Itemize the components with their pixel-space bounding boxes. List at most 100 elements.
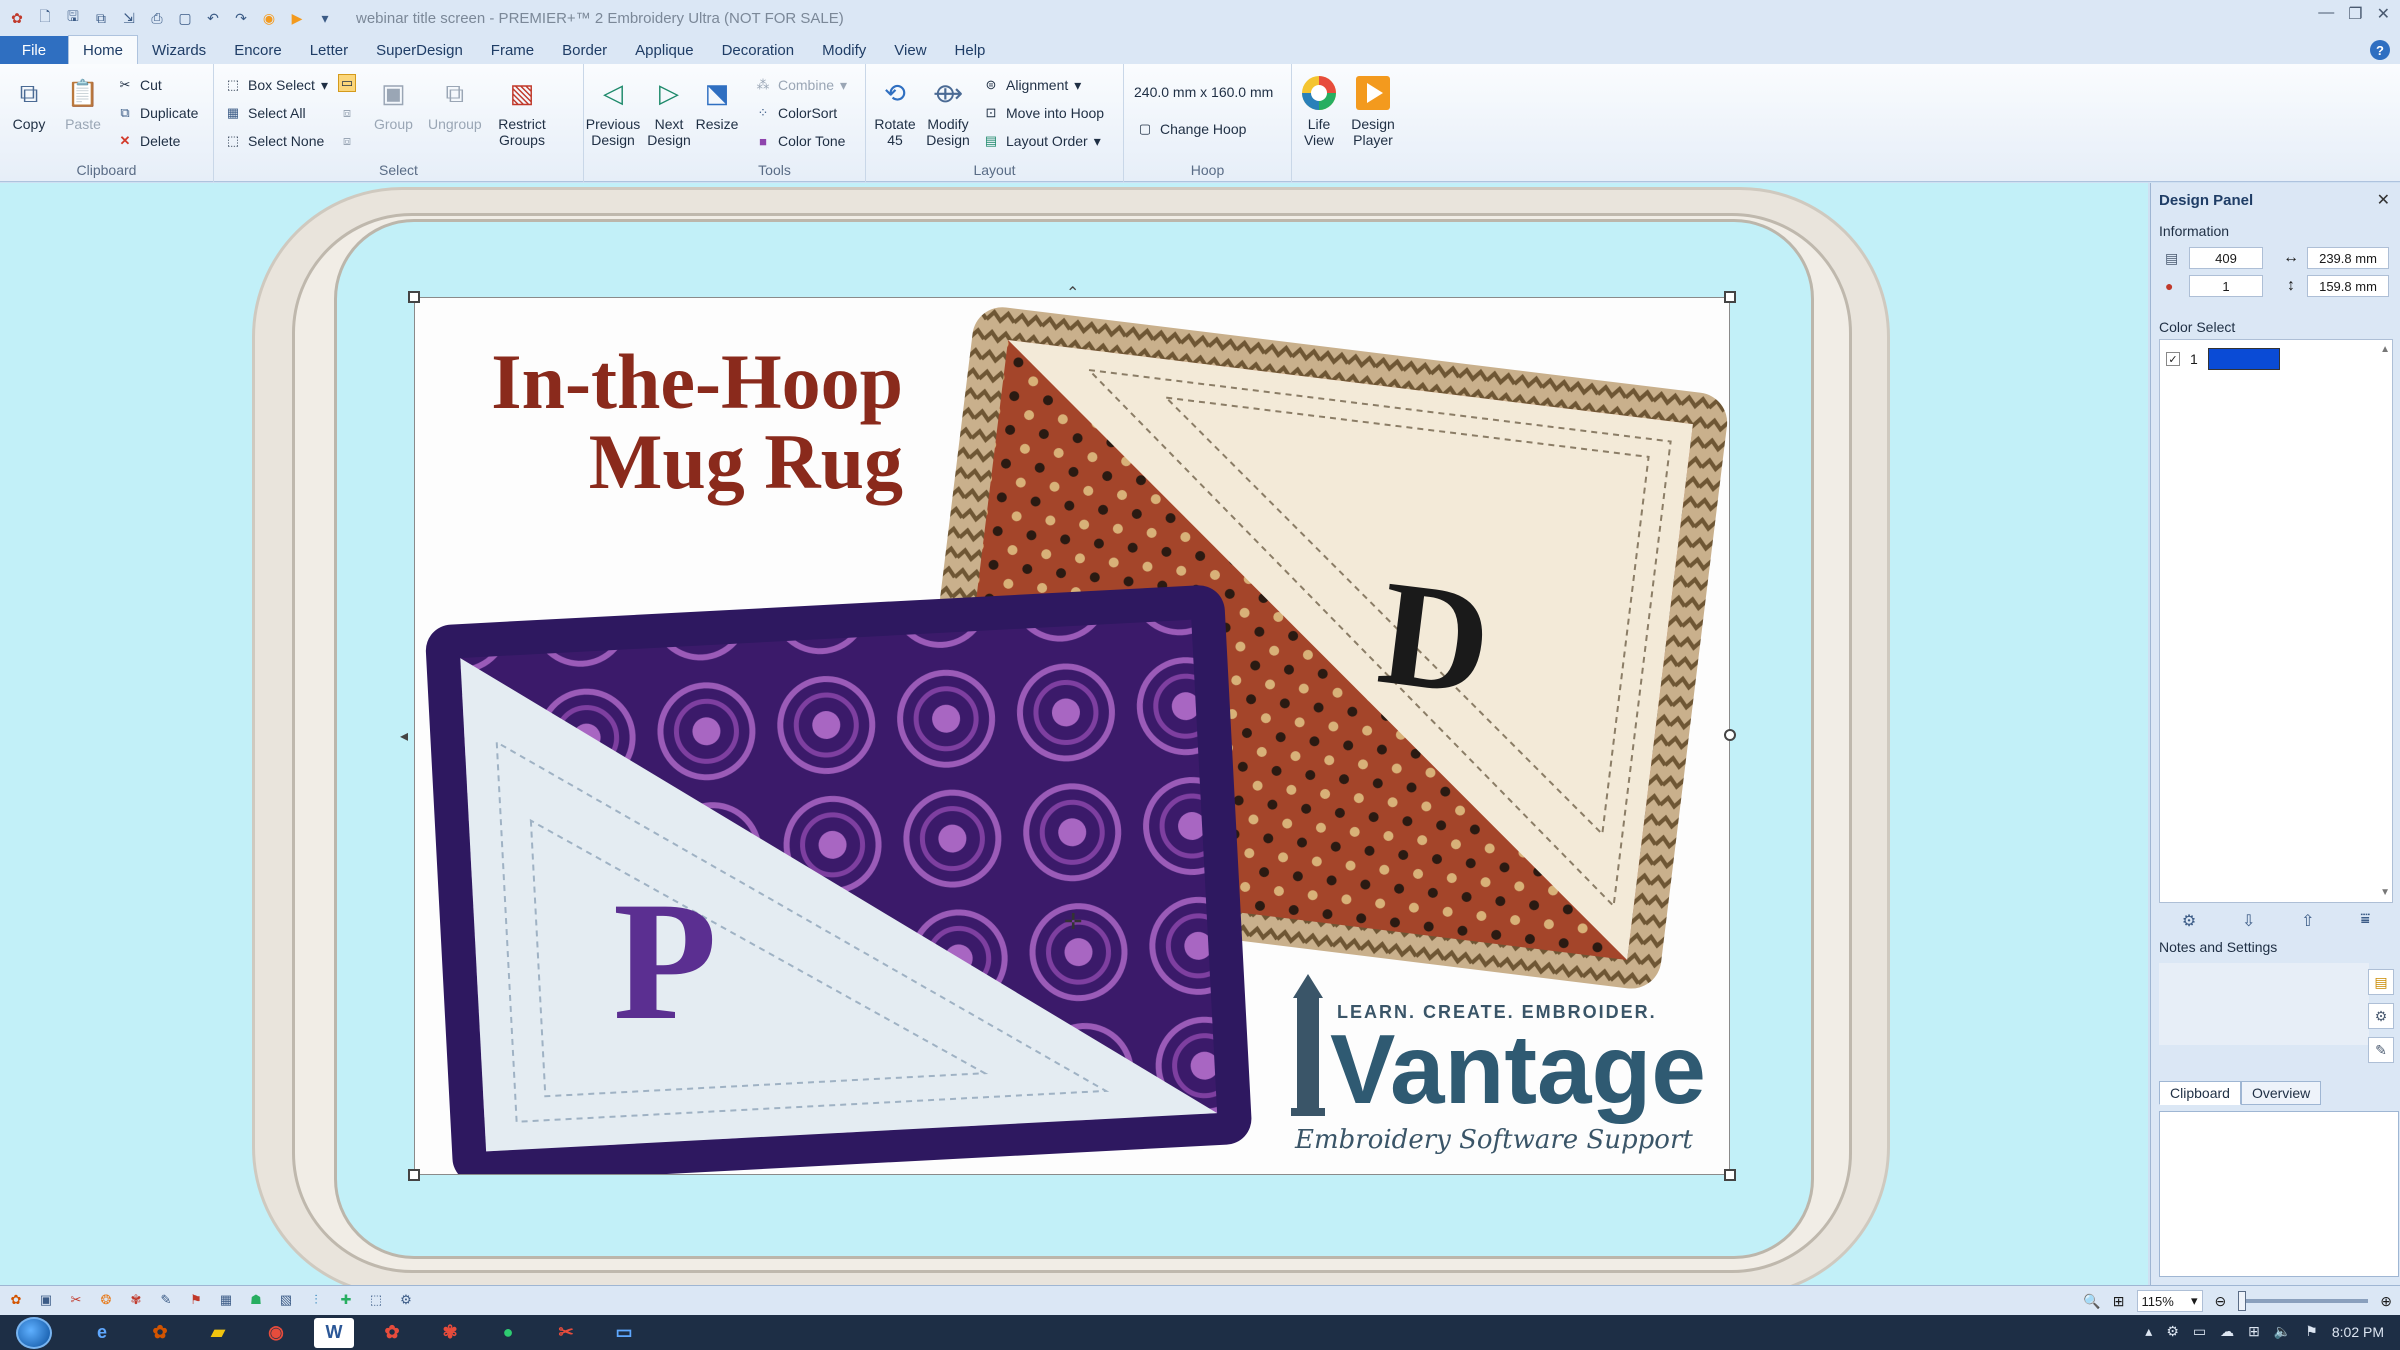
scroll-down-icon[interactable]: ▼ bbox=[2380, 887, 2390, 898]
selection-handle-top-right[interactable] bbox=[1724, 291, 1736, 303]
module-icon[interactable]: ☗ bbox=[246, 1290, 266, 1310]
resize-button[interactable]: ⬔ Resize bbox=[688, 74, 746, 132]
chat-icon[interactable]: ▭ bbox=[604, 1318, 644, 1348]
select-option-2[interactable]: ⧈ bbox=[338, 104, 356, 122]
new-file-icon[interactable]: 🗋 bbox=[34, 7, 56, 29]
app-icon[interactable]: ✿ bbox=[140, 1318, 180, 1348]
module-icon[interactable]: ▧ bbox=[276, 1290, 296, 1310]
folder-icon[interactable]: ▰ bbox=[198, 1318, 238, 1348]
selection-handle-bottom-left[interactable] bbox=[408, 1169, 420, 1181]
app-icon[interactable]: ✾ bbox=[430, 1318, 470, 1348]
zoom-slider[interactable] bbox=[2238, 1291, 2369, 1311]
tab-home[interactable]: Home bbox=[68, 35, 139, 64]
module-icon[interactable]: ⫶ bbox=[306, 1290, 326, 1310]
tab-wizards[interactable]: Wizards bbox=[138, 36, 220, 64]
tab-file[interactable]: File bbox=[0, 36, 68, 64]
design-workspace[interactable]: D P In-the-Hoop Mug Rug LEARN. CREATE. E… bbox=[0, 183, 2148, 1285]
tray-icon[interactable]: ☁ bbox=[2220, 1323, 2234, 1340]
color-options-icon[interactable]: ⚙ bbox=[2182, 911, 2196, 931]
add-icon[interactable]: ✚ bbox=[336, 1290, 356, 1310]
cut-button[interactable]: ✂ Cut bbox=[116, 76, 162, 94]
box-select-button[interactable]: ⬚ Box Select ▾ bbox=[224, 76, 328, 94]
fit-to-hoop-icon[interactable]: ⊞ bbox=[2113, 1293, 2125, 1310]
tray-expand-icon[interactable]: ▴ bbox=[2145, 1323, 2152, 1340]
color-select-list[interactable]: ✓ 1 ▲ ▼ bbox=[2159, 339, 2393, 903]
browser-icon[interactable]: e bbox=[82, 1318, 122, 1348]
chrome-icon[interactable]: ◉ bbox=[256, 1318, 296, 1348]
app-menu-icon[interactable]: ✿ bbox=[6, 7, 28, 29]
tab-view[interactable]: View bbox=[880, 36, 940, 64]
close-icon[interactable]: ✕ bbox=[2377, 4, 2390, 24]
tab-superdesign[interactable]: SuperDesign bbox=[362, 36, 477, 64]
change-hoop-button[interactable]: ▢ Change Hoop bbox=[1136, 120, 1247, 138]
app-icon[interactable]: ● bbox=[488, 1318, 528, 1348]
module-icon[interactable]: ❂ bbox=[96, 1290, 116, 1310]
select-none-button[interactable]: ⬚ Select None bbox=[224, 132, 324, 150]
save-icon[interactable]: 🖫 bbox=[62, 7, 84, 29]
flag-icon[interactable]: ⚑ bbox=[2305, 1323, 2318, 1340]
tab-encore[interactable]: Encore bbox=[220, 36, 296, 64]
design-player-button[interactable]: Design Player bbox=[1346, 74, 1400, 148]
pencil-icon[interactable]: ✎ bbox=[2368, 1037, 2394, 1063]
undo-icon[interactable]: ↶ bbox=[202, 7, 224, 29]
tab-clipboard[interactable]: Clipboard bbox=[2159, 1081, 2241, 1105]
start-button[interactable] bbox=[16, 1316, 52, 1349]
left-handle-icon[interactable]: ◂ bbox=[400, 726, 408, 746]
minimize-icon[interactable]: — bbox=[2318, 4, 2334, 24]
panel-close-icon[interactable]: ✕ bbox=[2377, 190, 2390, 210]
save-as-icon[interactable]: ⧉ bbox=[90, 7, 112, 29]
word-icon[interactable]: W bbox=[314, 1317, 354, 1348]
zoom-out-icon[interactable]: ⊖ bbox=[2215, 1293, 2227, 1310]
module-icon[interactable]: ✂ bbox=[66, 1290, 86, 1310]
module-icon[interactable]: ⚑ bbox=[186, 1290, 206, 1310]
tab-applique[interactable]: Applique bbox=[621, 36, 707, 64]
tab-border[interactable]: Border bbox=[548, 36, 621, 64]
app-icon[interactable]: ✂ bbox=[546, 1318, 586, 1348]
selection-handle-top-left[interactable] bbox=[408, 291, 420, 303]
module-icon[interactable]: ⬚ bbox=[366, 1290, 386, 1310]
color-filter-icon[interactable]: ⩸ bbox=[2360, 911, 2370, 931]
previous-design-button[interactable]: ◁ Previous Design bbox=[586, 74, 640, 148]
app-module-icon[interactable]: ✿ bbox=[6, 1290, 26, 1310]
move-into-hoop-button[interactable]: ⊡ Move into Hoop bbox=[982, 104, 1105, 122]
zoom-in-icon[interactable]: ⊕ bbox=[2380, 1293, 2392, 1310]
selection-handle-bottom-right[interactable] bbox=[1724, 1169, 1736, 1181]
restrict-groups-button[interactable]: ▧ Restrict Groups bbox=[492, 74, 552, 148]
alignment-button[interactable]: ⊜ Alignment ▾ bbox=[982, 76, 1082, 94]
module-icon[interactable]: ✾ bbox=[126, 1290, 146, 1310]
tray-icon[interactable]: ⚙ bbox=[2166, 1323, 2179, 1340]
export-icon[interactable]: ⇲ bbox=[118, 7, 140, 29]
embroidery-app-icon[interactable]: ✿ bbox=[372, 1318, 412, 1348]
print-icon[interactable]: ⎙ bbox=[146, 7, 168, 29]
module-icon[interactable]: ▣ bbox=[36, 1290, 56, 1310]
tab-help[interactable]: Help bbox=[941, 36, 1000, 64]
modify-design-button[interactable]: ⟴ Modify Design bbox=[924, 74, 972, 148]
module-icon[interactable]: ✎ bbox=[156, 1290, 176, 1310]
color-checkbox[interactable]: ✓ bbox=[2166, 352, 2180, 366]
combine-button[interactable]: ⁂ Combine ▾ bbox=[754, 76, 848, 94]
tab-decoration[interactable]: Decoration bbox=[708, 36, 809, 64]
hoop-icon[interactable]: ▢ bbox=[174, 7, 196, 29]
ungroup-button[interactable]: ⧉ Ungroup bbox=[428, 74, 482, 132]
select-all-button[interactable]: ▦ Select All bbox=[224, 104, 306, 122]
design-player-icon[interactable]: ▶ bbox=[286, 7, 308, 29]
layout-order-button[interactable]: ▤ Layout Order ▾ bbox=[982, 132, 1101, 150]
rotate-45-button[interactable]: ⟲ Rotate 45 bbox=[872, 74, 918, 148]
customize-toolbar-icon[interactable]: ▾ bbox=[314, 7, 336, 29]
move-down-icon[interactable]: ⇩ bbox=[2242, 911, 2255, 931]
tab-overview[interactable]: Overview bbox=[2240, 1081, 2322, 1105]
colorsort-button[interactable]: ⁘ ColorSort bbox=[754, 104, 838, 122]
color-tone-button[interactable]: ■ Color Tone bbox=[754, 132, 845, 150]
paste-button[interactable]: 📋 Paste bbox=[64, 74, 102, 132]
tab-frame[interactable]: Frame bbox=[477, 36, 548, 64]
select-option-3[interactable]: ⧈ bbox=[338, 132, 356, 150]
embroidery-design[interactable]: D P In-the-Hoop Mug Rug LEARN. CREATE. E… bbox=[414, 297, 1730, 1175]
duplicate-button[interactable]: ⧉ Duplicate bbox=[116, 104, 198, 122]
zoom-select[interactable]: 115% ▾ bbox=[2136, 1290, 2203, 1312]
delete-button[interactable]: ✕ Delete bbox=[116, 132, 181, 150]
notes-icon[interactable]: ▤ bbox=[2368, 969, 2394, 995]
move-up-icon[interactable]: ⇧ bbox=[2301, 911, 2314, 931]
life-view-icon[interactable]: ◉ bbox=[258, 7, 280, 29]
selection-handle-right[interactable] bbox=[1724, 729, 1736, 741]
module-icon[interactable]: ▦ bbox=[216, 1290, 236, 1310]
